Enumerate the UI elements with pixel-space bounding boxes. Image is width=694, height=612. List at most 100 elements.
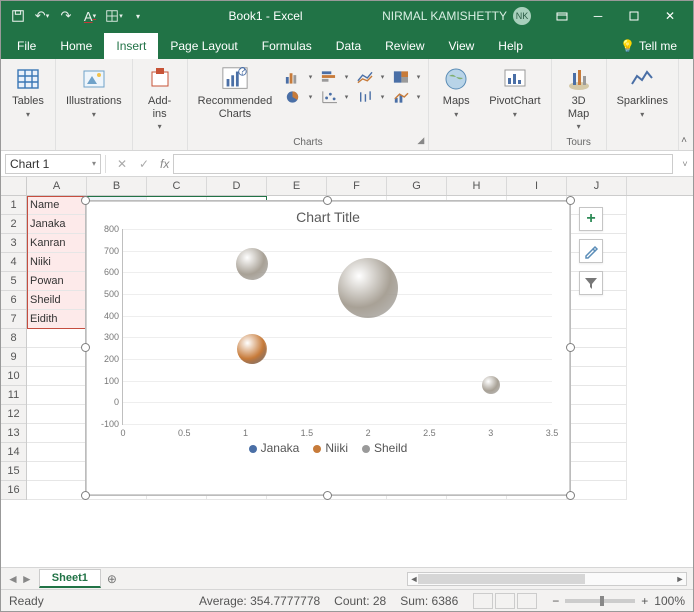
column-chart-icon[interactable]: ▾ (284, 69, 312, 85)
sparklines-button[interactable]: Sparklines▾ (613, 63, 672, 121)
cell-J10[interactable] (567, 367, 627, 386)
tab-view[interactable]: View (437, 33, 487, 59)
tab-data[interactable]: Data (324, 33, 373, 59)
row-header[interactable]: 6 (1, 291, 26, 310)
sheet-tab[interactable]: Sheet1 (39, 569, 101, 588)
tell-me[interactable]: 💡Tell me (608, 33, 689, 59)
view-pagelayout-button[interactable] (495, 593, 515, 609)
cancel-formula-icon[interactable]: ✕ (112, 154, 132, 174)
resize-handle[interactable] (81, 343, 90, 352)
tables-button[interactable]: Tables▾ (7, 63, 49, 121)
scroll-thumb[interactable] (418, 574, 585, 584)
row-header[interactable]: 15 (1, 462, 26, 481)
cell-J9[interactable] (567, 348, 627, 367)
row-header[interactable]: 7 (1, 310, 26, 329)
row-header[interactable]: 9 (1, 348, 26, 367)
worksheet-grid[interactable]: ABCDEFGHIJ 12345678910111213141516 NameP… (1, 177, 693, 567)
row-header[interactable]: 13 (1, 424, 26, 443)
cell-J11[interactable] (567, 386, 627, 405)
resize-handle[interactable] (566, 196, 575, 205)
sheet-nav-next[interactable]: ► (21, 572, 33, 586)
resize-handle[interactable] (323, 196, 332, 205)
undo-icon[interactable]: ↶▾ (31, 5, 53, 27)
tab-insert[interactable]: Insert (104, 33, 158, 59)
account-area[interactable]: NIRMAL KAMISHETTY NK (382, 7, 531, 25)
row-header[interactable]: 3 (1, 234, 26, 253)
chart-styles-button[interactable] (579, 239, 603, 263)
cell-A3[interactable]: Kanran (27, 234, 87, 253)
column-header[interactable]: I (507, 177, 567, 195)
column-header[interactable]: F (327, 177, 387, 195)
zoom-out-icon[interactable]: − (552, 594, 559, 608)
redo-icon[interactable]: ↷ (55, 5, 77, 27)
cell-A9[interactable] (27, 348, 87, 367)
qat-customize-icon[interactable]: ▾ (127, 5, 149, 27)
bubble-point[interactable] (236, 248, 268, 280)
enter-formula-icon[interactable]: ✓ (134, 154, 154, 174)
row-header[interactable]: 11 (1, 386, 26, 405)
tab-help[interactable]: Help (486, 33, 535, 59)
cell-A6[interactable]: Sheild (27, 291, 87, 310)
name-box[interactable]: Chart 1▾ (5, 154, 101, 174)
collapse-ribbon-icon[interactable]: ˄ (681, 135, 687, 146)
column-header[interactable]: A (27, 177, 87, 195)
resize-handle[interactable] (81, 491, 90, 500)
cell-J15[interactable] (567, 462, 627, 481)
pie-chart-icon[interactable]: ▾ (284, 89, 312, 105)
expand-formula-bar-icon[interactable]: ˅ (677, 159, 693, 169)
ribbon-options-icon[interactable] (545, 5, 579, 27)
row-header[interactable]: 1 (1, 196, 26, 215)
addins-button[interactable]: Add- ins▾ (139, 63, 181, 133)
cell-A5[interactable]: Powan (27, 272, 87, 291)
cell-A7[interactable]: Eidith (27, 310, 87, 329)
resize-handle[interactable] (323, 491, 332, 500)
charts-dialog-launcher[interactable]: ◢ (417, 135, 424, 146)
cell-A4[interactable]: Niiki (27, 253, 87, 272)
row-header[interactable]: 16 (1, 481, 26, 500)
column-header[interactable]: J (567, 177, 627, 195)
zoom-control[interactable]: −+100% (552, 594, 685, 608)
column-header[interactable]: G (387, 177, 447, 195)
cell-A1[interactable]: Name (27, 196, 87, 215)
row-header[interactable]: 8 (1, 329, 26, 348)
recommended-charts-button[interactable]: ?Recommended Charts (194, 63, 277, 122)
row-header[interactable]: 2 (1, 215, 26, 234)
bubble-point[interactable] (338, 258, 398, 318)
cell-A13[interactable] (27, 424, 87, 443)
chart-elements-button[interactable]: + (579, 207, 603, 231)
scroll-right-icon[interactable]: ► (674, 573, 686, 585)
treemap-chart-icon[interactable]: ▾ (392, 69, 420, 85)
bubble-point[interactable] (237, 334, 267, 364)
font-color-icon[interactable]: A▾ (79, 5, 101, 27)
add-sheet-button[interactable]: ⊕ (101, 572, 123, 586)
row-header[interactable]: 5 (1, 272, 26, 291)
select-all-cell[interactable] (1, 177, 27, 196)
view-normal-button[interactable] (473, 593, 493, 609)
resize-handle[interactable] (566, 491, 575, 500)
cell-A12[interactable] (27, 405, 87, 424)
filters-button[interactable]: Fil (685, 63, 694, 110)
chart-plot-area[interactable]: -100010020030040050060070080000.511.522.… (122, 229, 552, 425)
tab-page-layout[interactable]: Page Layout (158, 33, 249, 59)
scatter-chart-icon[interactable]: ▾ (320, 89, 348, 105)
borders-icon[interactable]: ▾ (103, 5, 125, 27)
cell-A2[interactable]: Janaka (27, 215, 87, 234)
chart-legend[interactable]: Janaka Niiki Sheild (86, 429, 570, 459)
column-header[interactable]: E (267, 177, 327, 195)
cell-A14[interactable] (27, 443, 87, 462)
row-header[interactable]: 10 (1, 367, 26, 386)
resize-handle[interactable] (81, 196, 90, 205)
column-header[interactable]: C (147, 177, 207, 195)
maps-button[interactable]: Maps▾ (435, 63, 477, 121)
cell-J8[interactable] (567, 329, 627, 348)
zoom-slider[interactable] (565, 599, 635, 603)
close-button[interactable]: ✕ (653, 5, 687, 27)
cell-J7[interactable] (567, 310, 627, 329)
bar-chart-icon[interactable]: ▾ (320, 69, 348, 85)
line-chart-icon[interactable]: ▾ (356, 69, 384, 85)
cell-A16[interactable] (27, 481, 87, 500)
combo-chart-icon[interactable]: ▾ (392, 89, 420, 105)
cell-J12[interactable] (567, 405, 627, 424)
pivotchart-button[interactable]: PivotChart▾ (485, 63, 544, 121)
horizontal-scrollbar[interactable]: ◄ ► (407, 572, 687, 586)
